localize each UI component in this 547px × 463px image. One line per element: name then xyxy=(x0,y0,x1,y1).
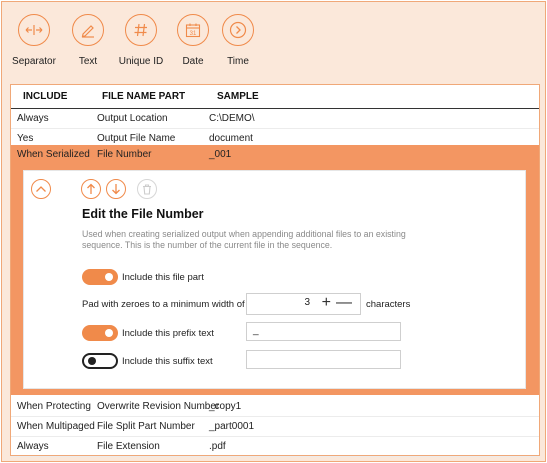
pad-width-stepper[interactable]: 3 + — xyxy=(246,293,361,315)
include-cell: Always xyxy=(17,113,49,124)
table-row[interactable]: When Multipaged File Split Part Number _… xyxy=(11,417,539,437)
decrement-button[interactable]: — xyxy=(336,294,352,311)
sample-cell: _001 xyxy=(209,149,232,160)
pad-width-label: Pad with zeroes to a minimum width of xyxy=(82,299,245,310)
part-cell: File Split Part Number xyxy=(97,421,195,432)
sample-column-header: SAMPLE xyxy=(217,91,259,102)
table-row-selected[interactable]: When Serialized File Number _001 xyxy=(11,145,539,165)
include-cell: Always xyxy=(17,441,49,452)
sample-cell: _part0001 xyxy=(209,421,255,432)
editor-description: Used when creating serialized output whe… xyxy=(82,229,406,250)
editor-title: Edit the File Number xyxy=(82,207,204,221)
text-button[interactable]: Text xyxy=(60,14,116,67)
part-cell: File Extension xyxy=(97,441,160,452)
suffix-text-input[interactable] xyxy=(246,350,401,369)
include-cell: When Multipaged xyxy=(17,421,95,432)
sample-cell: C:\DEMO\ xyxy=(209,113,255,124)
part-cell: Output File Name xyxy=(97,133,176,144)
unique-id-label: Unique ID xyxy=(118,56,164,67)
pencil-icon xyxy=(72,14,104,46)
calendar-day: 31 xyxy=(190,31,197,37)
part-cell: File Number xyxy=(97,149,152,160)
calendar-icon: 31 xyxy=(177,14,209,46)
pad-width-unit: characters xyxy=(366,299,411,310)
sample-cell: .pdf xyxy=(209,441,226,452)
file-name-parts-table: INCLUDE FILE NAME PART SAMPLE Always Out… xyxy=(10,84,540,457)
include-part-toggle[interactable] xyxy=(82,269,118,285)
arrow-down-icon xyxy=(112,184,120,195)
prefix-toggle[interactable] xyxy=(82,325,118,341)
suffix-label: Include this suffix text xyxy=(122,356,213,367)
file-part-editor: Edit the File Number Used when creating … xyxy=(23,170,526,389)
unique-id-button[interactable]: Unique ID xyxy=(113,14,169,67)
prefix-text-input[interactable]: _ xyxy=(246,322,401,341)
chevron-right-circle-icon xyxy=(222,14,254,46)
time-label: Time xyxy=(227,56,249,67)
hash-icon xyxy=(125,14,157,46)
chevron-up-icon xyxy=(36,186,46,192)
sample-cell: document xyxy=(209,133,253,144)
arrow-up-icon xyxy=(87,183,95,194)
increment-button[interactable]: + xyxy=(322,294,331,311)
separator-button[interactable]: Separator xyxy=(6,14,62,67)
part-cell: Output Location xyxy=(97,113,168,124)
suffix-toggle[interactable] xyxy=(82,353,118,369)
separator-label: Separator xyxy=(12,56,56,67)
table-row[interactable]: Always Output Location C:\DEMO\ xyxy=(11,109,539,129)
include-cell: When Serialized xyxy=(17,149,90,160)
separator-arrows-icon xyxy=(18,14,50,46)
prefix-label: Include this prefix text xyxy=(122,328,214,339)
delete-button[interactable] xyxy=(137,179,157,199)
collapse-button[interactable] xyxy=(31,179,51,199)
include-cell: When Protecting xyxy=(17,401,91,412)
part-cell: Overwrite Revision Number xyxy=(97,401,220,412)
move-up-button[interactable] xyxy=(81,179,101,199)
text-label: Text xyxy=(78,56,98,67)
trash-icon xyxy=(143,183,151,195)
file-name-builder-window: Separator Text Unique ID 31 Date Time IN… xyxy=(1,1,546,462)
include-cell: Yes xyxy=(17,133,34,144)
table-header: INCLUDE FILE NAME PART SAMPLE xyxy=(11,85,539,109)
include-part-label: Include this file part xyxy=(122,272,204,283)
table-row[interactable]: Always File Extension .pdf xyxy=(11,437,539,457)
move-down-button[interactable] xyxy=(106,179,126,199)
part-column-header: FILE NAME PART xyxy=(102,91,186,102)
include-column-header: INCLUDE xyxy=(23,91,68,102)
time-button[interactable]: Time xyxy=(210,14,266,67)
sample-cell: _copy1 xyxy=(209,401,242,412)
table-row[interactable]: When Protecting Overwrite Revision Numbe… xyxy=(11,397,539,417)
pad-width-value: 3 xyxy=(304,297,310,308)
part-toolbar: Separator Text Unique ID 31 Date Time xyxy=(2,2,547,80)
